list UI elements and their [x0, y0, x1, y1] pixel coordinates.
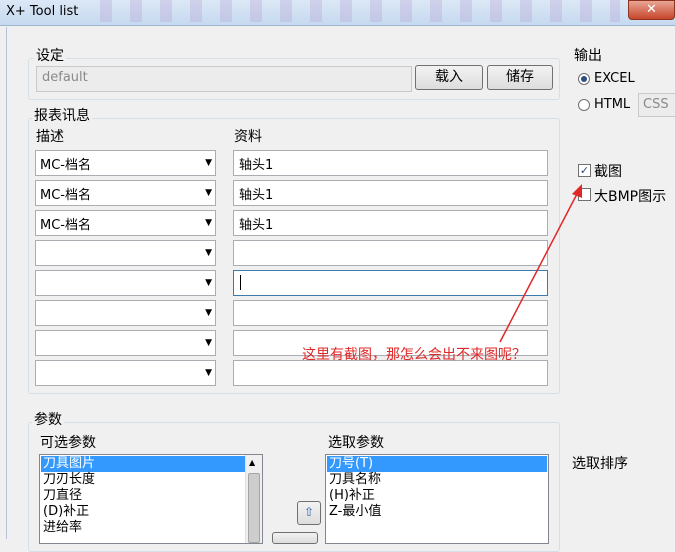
selected-params-list[interactable]: 刀号(T) 刀具名称 (H)补正 Z-最小值 [325, 454, 549, 544]
title-bar: X+ Tool list ✕ [0, 0, 675, 26]
settings-group-label: 设定 [34, 45, 66, 65]
annotation-arrow [499, 184, 582, 343]
chevron-down-icon: ▼ [205, 278, 212, 288]
list-item[interactable]: 刀号(T) [327, 456, 547, 472]
desc-combo[interactable]: ▼ [35, 240, 216, 266]
load-button[interactable]: 载入 [415, 65, 483, 90]
list-item[interactable]: (D)补正 [41, 504, 89, 520]
desc-combo[interactable]: MC-档名 ▼ [35, 210, 216, 236]
css-field[interactable]: CSS [638, 93, 675, 117]
list-item[interactable]: 刀刃长度 [41, 472, 95, 488]
annotation-note: 这里有截图，那怎么会出不来图呢？ [302, 347, 526, 363]
list-item[interactable]: (H)补正 [327, 488, 375, 504]
selected-params-label: 选取参数 [328, 435, 384, 451]
chevron-down-icon: ▼ [205, 368, 212, 378]
html-radio-label: HTML [594, 97, 631, 112]
sort-label: 选取排序 [572, 456, 628, 472]
excel-radio-label: EXCEL [594, 71, 635, 86]
params-group-label: 参数 [32, 409, 64, 429]
chevron-down-icon: ▼ [205, 188, 212, 198]
scrollbar[interactable]: ▲ [245, 455, 262, 543]
move-up-icon: ⇧ [303, 505, 315, 519]
desc-combo-value: MC-档名 [40, 188, 91, 203]
list-item[interactable]: Z-最小值 [327, 504, 381, 520]
chevron-down-icon: ▼ [205, 158, 212, 168]
desc-combo-value: MC-档名 [40, 218, 91, 233]
save-button[interactable]: 储存 [487, 65, 553, 90]
list-item[interactable]: 刀直径 [41, 488, 82, 504]
desc-combo[interactable]: ▼ [35, 270, 216, 296]
desc-combo[interactable]: ▼ [35, 360, 216, 386]
desc-combo[interactable]: MC-档名 ▼ [35, 150, 216, 176]
chevron-down-icon: ▼ [205, 248, 212, 258]
move-up-button[interactable]: ⇧ [297, 501, 321, 525]
close-button[interactable]: ✕ [628, 0, 675, 20]
scroll-up-icon[interactable]: ▲ [249, 458, 255, 467]
list-item[interactable]: 刀具图片 [41, 456, 245, 472]
desc-combo-value: MC-档名 [40, 158, 91, 173]
title-bar-background [100, 0, 620, 22]
settings-profile-field[interactable]: default [36, 66, 412, 92]
chevron-down-icon: ▼ [205, 308, 212, 318]
desc-combo[interactable]: ▼ [35, 330, 216, 356]
output-label: 输出 [572, 45, 604, 65]
text-caret [240, 275, 241, 290]
list-item[interactable]: 刀具名称 [327, 472, 381, 488]
secondary-move-button[interactable] [272, 532, 318, 544]
window-title: X+ Tool list [6, 4, 79, 19]
desc-column-header: 描述 [36, 129, 64, 145]
data-field[interactable]: 轴头1 [233, 150, 548, 176]
list-item[interactable]: 进给率 [41, 520, 82, 536]
html-radio[interactable] [578, 99, 590, 111]
screenshot-checkbox-label: 截图 [594, 164, 622, 180]
available-params-list[interactable]: 刀具图片 刀刃长度 刀直径 (D)补正 进给率 ▲ [39, 454, 263, 544]
data-column-header: 资料 [234, 129, 262, 145]
big-bmp-checkbox-label: 大BMP图示 [594, 189, 667, 205]
chevron-down-icon: ▼ [205, 338, 212, 348]
scrollbar-thumb[interactable] [248, 473, 260, 543]
available-params-label: 可选参数 [40, 435, 96, 451]
screenshot-checkbox[interactable]: ✓ [578, 164, 591, 177]
report-group-label: 报表讯息 [32, 105, 92, 125]
chevron-down-icon: ▼ [205, 218, 212, 228]
desc-combo[interactable]: ▼ [35, 300, 216, 326]
desc-combo[interactable]: MC-档名 ▼ [35, 180, 216, 206]
excel-radio[interactable] [578, 73, 590, 85]
